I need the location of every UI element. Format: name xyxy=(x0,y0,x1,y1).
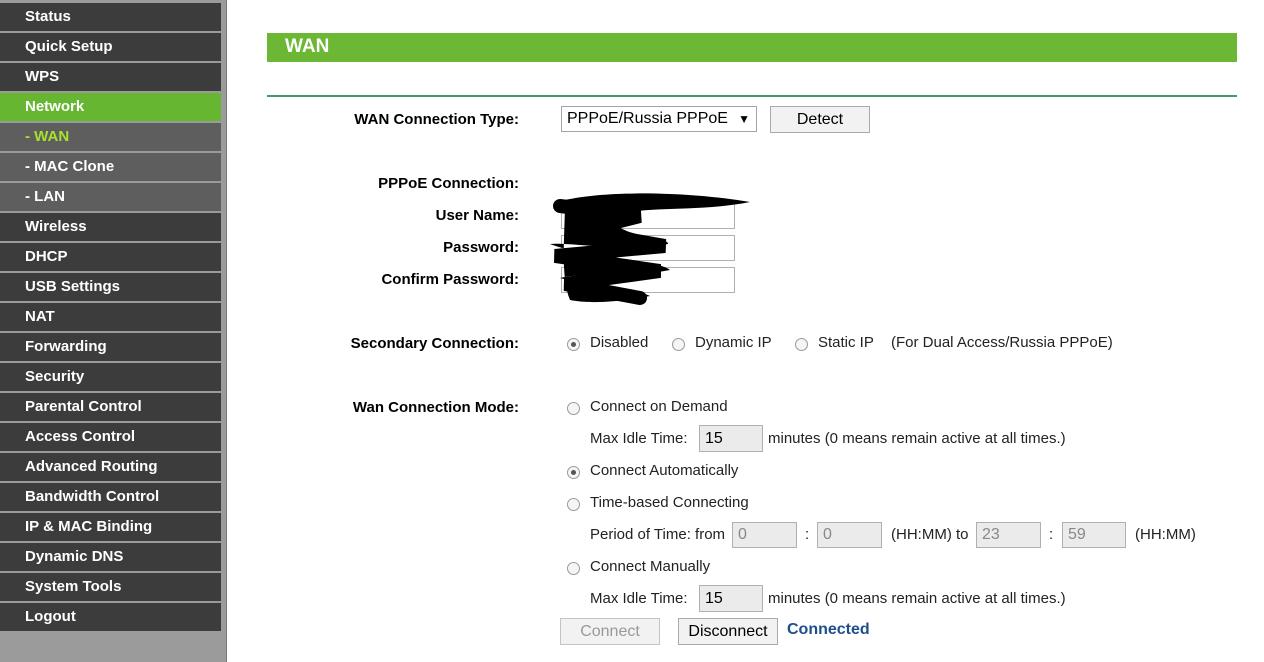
sidebar-item-logout[interactable]: Logout xyxy=(0,603,221,631)
sidebar-item-access-control[interactable]: Access Control xyxy=(0,423,221,451)
connect-button[interactable]: Connect xyxy=(560,618,660,645)
to-minute-input[interactable] xyxy=(1062,522,1126,548)
sidebar-item-label: Status xyxy=(25,8,71,25)
sidebar-item-label: Advanced Routing xyxy=(25,458,158,475)
sidebar-item-label: Dynamic DNS xyxy=(25,548,124,565)
redaction-scribble xyxy=(550,193,750,305)
hhmm-to-label: (HH:MM) to xyxy=(891,526,969,543)
sidebar-item-label: NAT xyxy=(25,308,55,325)
sidebar-item-label: WPS xyxy=(25,68,60,85)
from-minute-input[interactable] xyxy=(817,522,882,548)
sidebar-item-usb-settings[interactable]: USB Settings xyxy=(0,273,221,301)
connect-manually-radio[interactable] xyxy=(567,562,580,575)
wan-type-selected: PPPoE/Russia PPPoE xyxy=(567,110,728,127)
sidebar-nav: Status Quick Setup WPS Network - WAN - M… xyxy=(0,0,227,662)
page-title: WAN xyxy=(285,36,330,57)
sidebar-item-label: Forwarding xyxy=(25,338,107,355)
secondary-dynamic-ip-label: Dynamic IP xyxy=(695,334,772,351)
wan-type-label: WAN Connection Type: xyxy=(354,111,519,128)
connect-automatically-label: Connect Automatically xyxy=(590,462,739,479)
sidebar-item-label: Logout xyxy=(25,608,76,625)
sidebar-item-label: DHCP xyxy=(25,248,68,265)
password-label: Password: xyxy=(443,239,519,256)
sidebar-item-label: Security xyxy=(25,368,85,385)
username-label: User Name: xyxy=(435,207,519,224)
connection-status: Connected xyxy=(787,621,870,638)
sidebar-item-parental-control[interactable]: Parental Control xyxy=(0,393,221,421)
sidebar-item-lan[interactable]: - LAN xyxy=(0,183,221,211)
sidebar-item-label: IP & MAC Binding xyxy=(25,518,153,535)
sidebar-item-label: USB Settings xyxy=(25,278,121,295)
sidebar-divider xyxy=(226,0,227,662)
sidebar-item-label: Bandwidth Control xyxy=(25,488,160,505)
time-based-label: Time-based Connecting xyxy=(590,494,749,511)
sidebar-item-system-tools[interactable]: System Tools xyxy=(0,573,221,601)
sidebar-item-label: Wireless xyxy=(25,218,87,235)
sidebar-item-wps[interactable]: WPS xyxy=(0,63,221,91)
period-label: Period of Time: from xyxy=(590,526,726,543)
secondary-static-ip-radio[interactable] xyxy=(795,338,808,351)
secondary-connection-label: Secondary Connection: xyxy=(350,335,519,352)
connect-automatically-radio[interactable] xyxy=(567,466,580,479)
sidebar-item-forwarding[interactable]: Forwarding xyxy=(0,333,221,361)
sidebar-item-label: - LAN xyxy=(25,188,65,205)
sidebar-item-network[interactable]: Network xyxy=(0,93,221,121)
time-colon-1: : xyxy=(805,526,810,543)
detect-button[interactable]: Detect xyxy=(770,106,870,133)
secondary-note: (For Dual Access/Russia PPPoE) xyxy=(891,334,1113,351)
confirm-password-label: Confirm Password: xyxy=(381,271,519,288)
sidebar-item-label: Parental Control xyxy=(25,398,142,415)
secondary-dynamic-ip-radio[interactable] xyxy=(672,338,685,351)
sidebar-item-nat[interactable]: NAT xyxy=(0,303,221,331)
max-idle-label-2: Max Idle Time: xyxy=(590,590,688,607)
disconnect-button[interactable]: Disconnect xyxy=(678,618,778,645)
to-hour-input[interactable] xyxy=(976,522,1041,548)
sidebar-item-mac-clone[interactable]: - MAC Clone xyxy=(0,153,221,181)
chevron-down-icon: ▼ xyxy=(738,112,750,126)
secondary-static-ip-label: Static IP xyxy=(818,334,874,351)
sidebar-item-label: Access Control xyxy=(25,428,136,445)
header-divider xyxy=(267,95,1237,97)
sidebar-item-quick-setup[interactable]: Quick Setup xyxy=(0,33,221,61)
sidebar-item-advanced-routing[interactable]: Advanced Routing xyxy=(0,453,221,481)
sidebar-item-label: Network xyxy=(25,98,85,115)
sidebar-item-wireless[interactable]: Wireless xyxy=(0,213,221,241)
sidebar-item-security[interactable]: Security xyxy=(0,363,221,391)
secondary-disabled-label: Disabled xyxy=(590,334,649,351)
idle-note-2: minutes (0 means remain active at all ti… xyxy=(768,590,1066,607)
connect-on-demand-radio[interactable] xyxy=(567,402,580,415)
page-header: WAN xyxy=(267,33,1237,62)
time-colon-2: : xyxy=(1049,526,1054,543)
sidebar-item-label: - MAC Clone xyxy=(25,158,115,175)
sidebar-item-dynamic-dns[interactable]: Dynamic DNS xyxy=(0,543,221,571)
max-idle-label-1: Max Idle Time: xyxy=(590,430,688,447)
connect-on-demand-label: Connect on Demand xyxy=(590,398,728,415)
pppoe-section-label: PPPoE Connection: xyxy=(378,175,519,192)
hhmm-label: (HH:MM) xyxy=(1135,526,1196,543)
sidebar-item-status[interactable]: Status xyxy=(0,3,221,31)
from-hour-input[interactable] xyxy=(732,522,797,548)
sidebar-item-label: System Tools xyxy=(25,578,122,595)
sidebar-item-label: - WAN xyxy=(25,128,70,145)
idle-note-1: minutes (0 means remain active at all ti… xyxy=(768,430,1066,447)
sidebar-item-ip-mac-binding[interactable]: IP & MAC Binding xyxy=(0,513,221,541)
wan-type-select[interactable]: PPPoE/Russia PPPoE ▼ xyxy=(561,106,757,132)
secondary-disabled-radio[interactable] xyxy=(567,338,580,351)
time-based-radio[interactable] xyxy=(567,498,580,511)
sidebar-item-label: Quick Setup xyxy=(25,38,113,55)
wan-mode-label: Wan Connection Mode: xyxy=(352,399,519,416)
sidebar-item-wan[interactable]: - WAN xyxy=(0,123,221,151)
sidebar-item-bandwidth-control[interactable]: Bandwidth Control xyxy=(0,483,221,511)
sidebar-item-dhcp[interactable]: DHCP xyxy=(0,243,221,271)
max-idle-input-1[interactable] xyxy=(699,425,763,452)
max-idle-input-2[interactable] xyxy=(699,585,763,612)
connect-manually-label: Connect Manually xyxy=(590,558,711,575)
